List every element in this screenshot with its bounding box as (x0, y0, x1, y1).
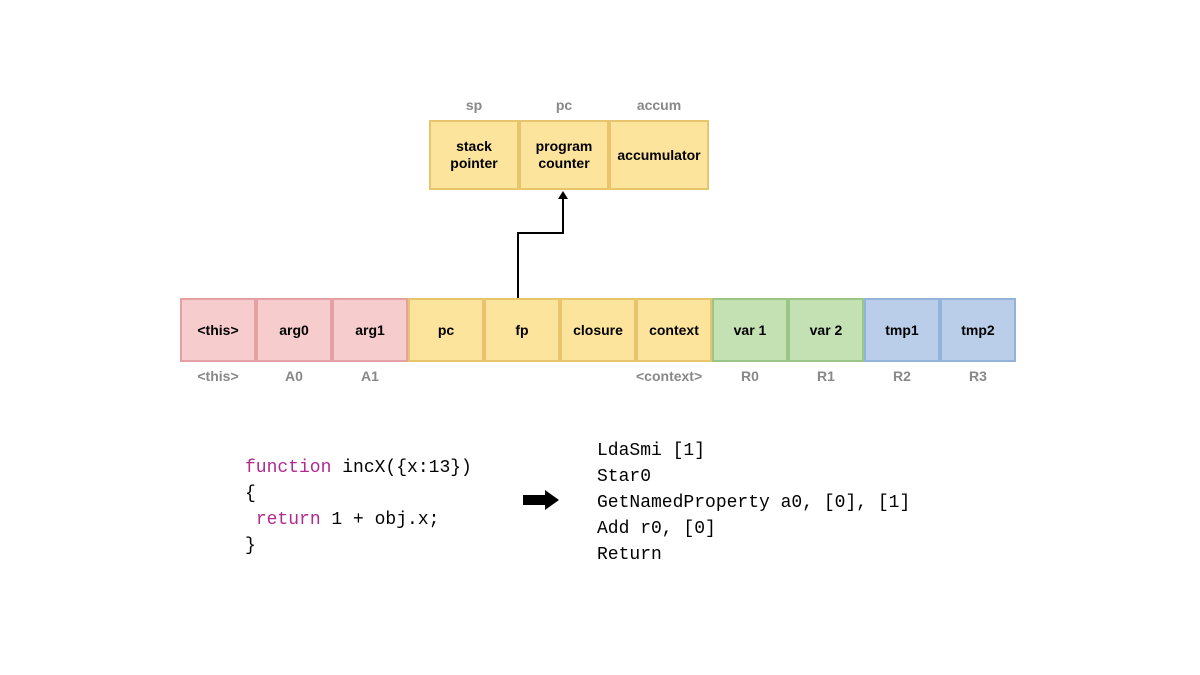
code-brace-open: { (245, 484, 256, 504)
cell-stack-pointer: stack pointer (429, 120, 519, 190)
cell-tmp2: tmp2 (940, 298, 1016, 362)
label-pc-top: pc (519, 97, 609, 113)
flabel-r1: R1 (788, 368, 864, 384)
flabel-r0: R0 (712, 368, 788, 384)
label-sp: sp (429, 97, 519, 113)
cell-this: <this> (180, 298, 256, 362)
flabel-r3: R3 (940, 368, 1016, 384)
flabel-a1: A1 (332, 368, 408, 384)
cell-closure: closure (560, 298, 636, 362)
cell-program-counter: program counter (519, 120, 609, 190)
connector-vert-1 (517, 232, 519, 298)
arrow-right-icon (523, 490, 559, 510)
flabel-this: <this> (180, 368, 256, 384)
diagram-canvas: sp pc accum stack pointer program counte… (0, 0, 1200, 675)
cell-tmp1: tmp1 (864, 298, 940, 362)
cell-arg1: arg1 (332, 298, 408, 362)
connector-vert-2 (562, 198, 564, 234)
code-return-rest: 1 + obj.x; (321, 510, 440, 530)
code-brace-close: } (245, 536, 256, 556)
cell-accumulator: accumulator (609, 120, 709, 190)
cell-fp: fp (484, 298, 560, 362)
code-fn-rest: incX({x:13}) (331, 458, 471, 478)
cell-pc: pc (408, 298, 484, 362)
cell-var1: var 1 (712, 298, 788, 362)
source-code: function incX({x:13}) { return 1 + obj.x… (245, 455, 472, 559)
flabel-a0: A0 (256, 368, 332, 384)
cell-arg0: arg0 (256, 298, 332, 362)
connector-horiz (517, 232, 564, 234)
keyword-function: function (245, 458, 331, 478)
flabel-r2: R2 (864, 368, 940, 384)
connector-arrowhead (558, 191, 568, 199)
bytecode: LdaSmi [1] Star0 GetNamedProperty a0, [0… (597, 438, 910, 568)
keyword-return: return (256, 510, 321, 530)
label-accum: accum (609, 97, 709, 113)
cell-var2: var 2 (788, 298, 864, 362)
cell-context: context (636, 298, 712, 362)
